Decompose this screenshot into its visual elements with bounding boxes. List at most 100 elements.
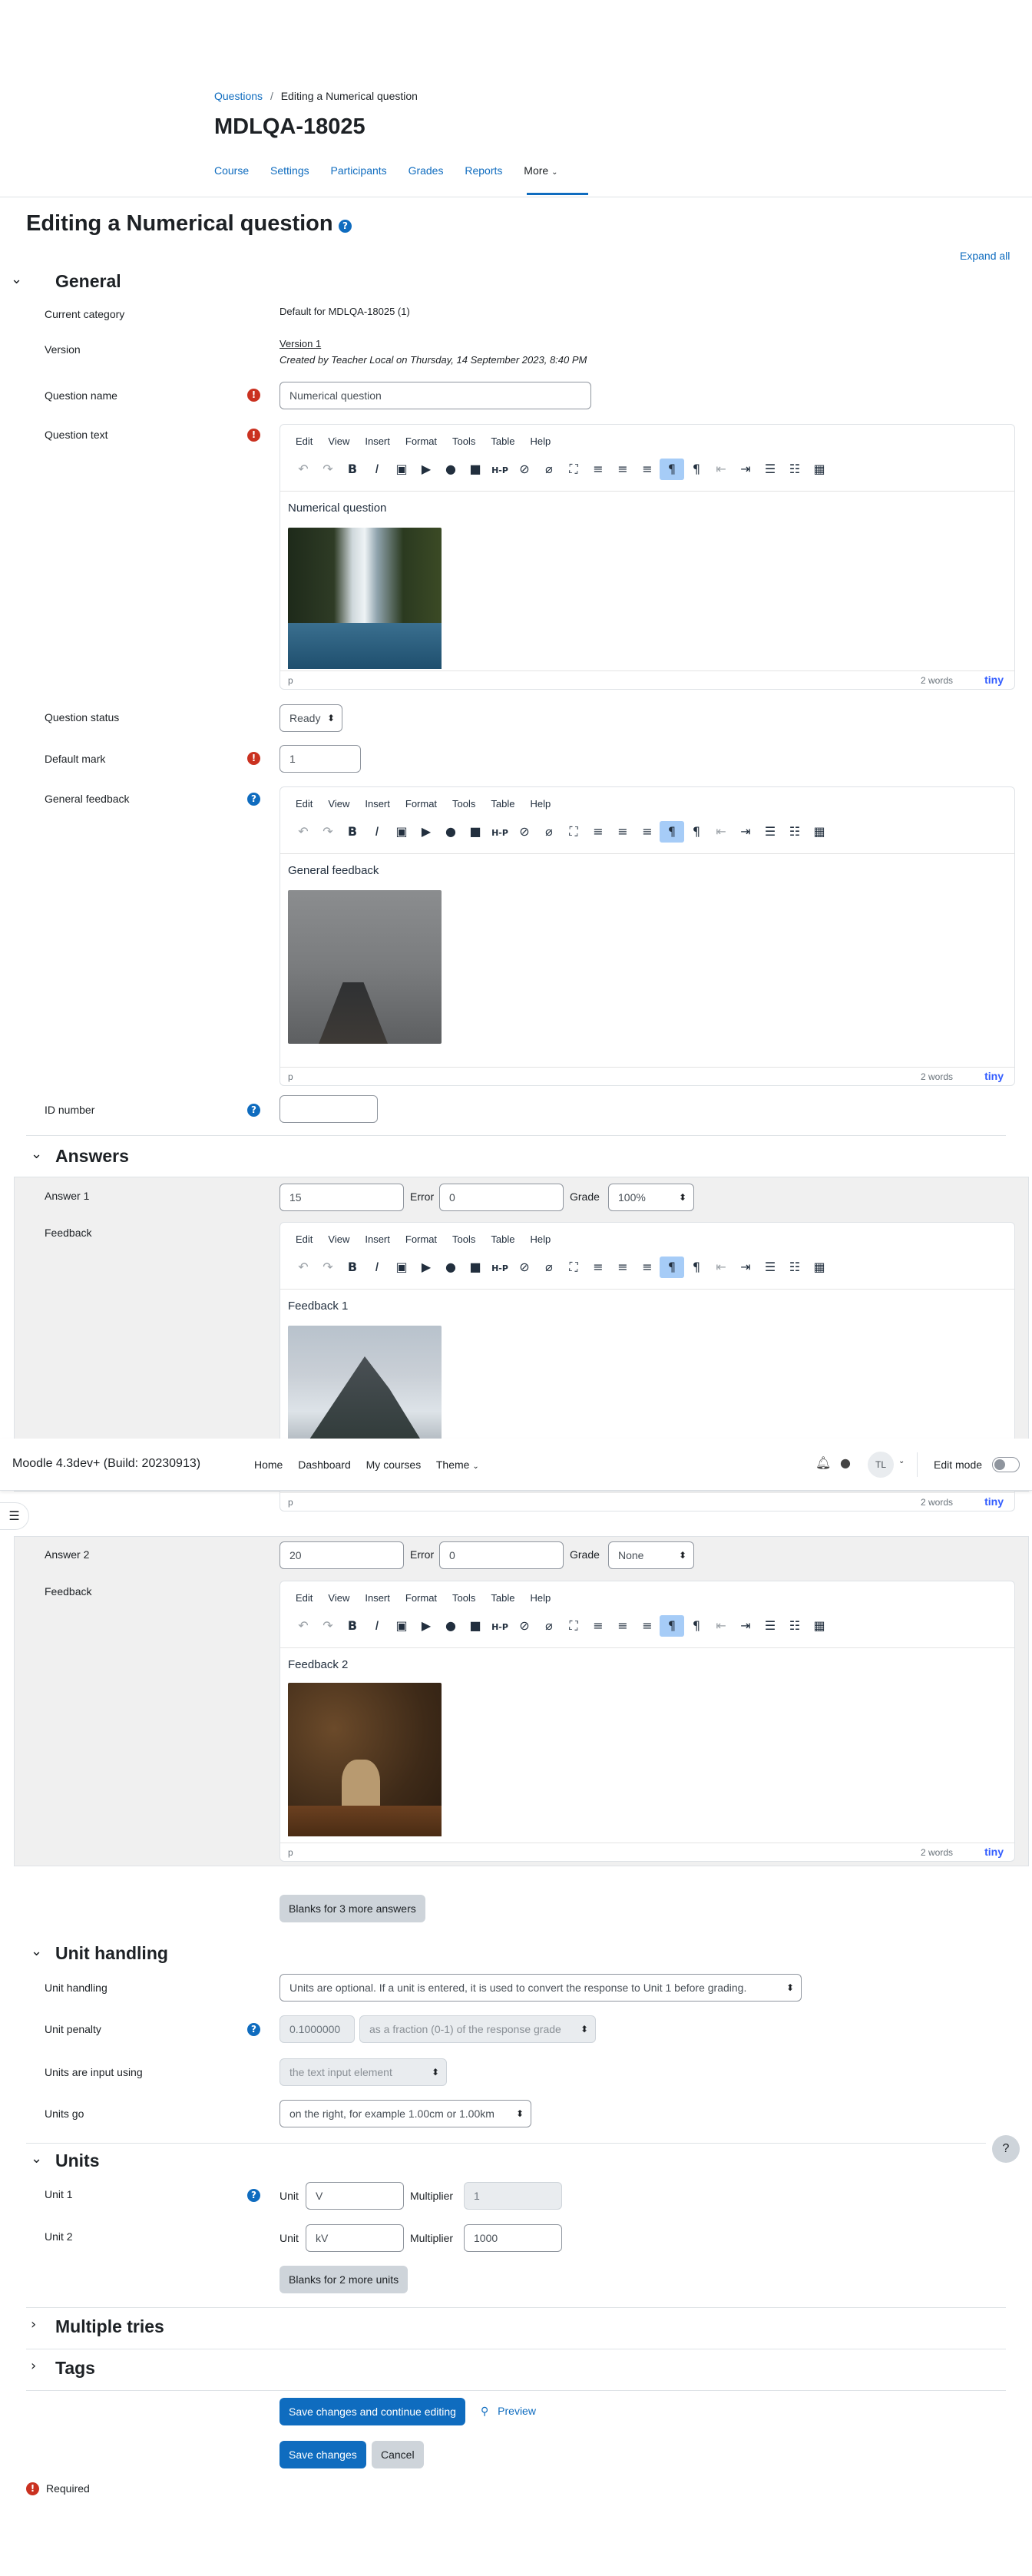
- link-icon[interactable]: ⊘: [512, 1257, 537, 1278]
- breadcrumb-questions-link[interactable]: Questions: [214, 90, 263, 102]
- menu-table[interactable]: Table: [491, 1233, 514, 1245]
- unit-penalty-mode-select[interactable]: as a fraction (0-1) of the response grad…: [359, 2015, 596, 2043]
- indent-icon[interactable]: ⇥: [733, 1615, 758, 1637]
- align-right-icon[interactable]: ≡: [635, 1615, 660, 1637]
- microphone-icon[interactable]: ●: [438, 821, 463, 843]
- italic-icon[interactable]: I: [365, 1257, 389, 1278]
- answers-section-heading[interactable]: Answers: [55, 1146, 129, 1167]
- redo-icon[interactable]: ↷: [316, 1257, 340, 1278]
- unit-2-multiplier-input[interactable]: 1000: [464, 2224, 562, 2252]
- avatar[interactable]: TL: [868, 1452, 894, 1478]
- question-name-input[interactable]: Numerical question: [280, 382, 591, 409]
- ltr-icon[interactable]: ¶: [660, 459, 684, 480]
- nav-my-courses[interactable]: My courses: [366, 1459, 422, 1471]
- menu-view[interactable]: View: [328, 1592, 349, 1604]
- menu-help[interactable]: Help: [530, 435, 551, 447]
- rtl-icon[interactable]: ¶: [684, 821, 709, 843]
- h5p-icon[interactable]: H-P: [488, 823, 512, 844]
- chevron-down-icon[interactable]: ⌄: [898, 1457, 905, 1465]
- chevron-right-icon[interactable]: ›: [31, 2316, 36, 2333]
- redo-icon[interactable]: ↷: [316, 1615, 340, 1637]
- nav-grades[interactable]: Grades: [408, 164, 444, 177]
- image-icon[interactable]: ▣: [389, 459, 414, 480]
- menu-help[interactable]: Help: [530, 798, 551, 810]
- menu-help[interactable]: Help: [530, 1592, 551, 1604]
- help-button[interactable]: ?: [992, 2135, 1020, 2163]
- chevron-right-icon[interactable]: ›: [31, 2358, 36, 2374]
- bold-icon[interactable]: B: [340, 459, 365, 480]
- calculator-icon[interactable]: ▦: [807, 459, 832, 480]
- default-mark-input[interactable]: 1: [280, 745, 361, 773]
- menu-edit[interactable]: Edit: [296, 798, 313, 810]
- chevron-down-icon[interactable]: ⌄: [11, 271, 22, 287]
- link-icon[interactable]: ⊘: [512, 1615, 537, 1637]
- menu-table[interactable]: Table: [491, 798, 514, 810]
- unit-handling-select[interactable]: Units are optional. If a unit is entered…: [280, 1974, 802, 2002]
- align-left-icon[interactable]: ≡: [586, 1615, 610, 1637]
- microphone-icon[interactable]: ●: [438, 459, 463, 480]
- calculator-icon[interactable]: ▦: [807, 1257, 832, 1278]
- ltr-icon[interactable]: ¶: [660, 1257, 684, 1278]
- blanks-more-units-button[interactable]: Blanks for 2 more units: [280, 2266, 408, 2293]
- video-icon[interactable]: ■: [463, 1615, 488, 1637]
- menu-edit[interactable]: Edit: [296, 1233, 313, 1245]
- numbered-list-icon[interactable]: ☷: [782, 1615, 807, 1637]
- bell-icon[interactable]: 🔔︎: [815, 1455, 831, 1470]
- image-icon[interactable]: ▣: [389, 1615, 414, 1637]
- align-center-icon[interactable]: ≡: [610, 821, 635, 843]
- help-icon[interactable]: ?: [247, 2023, 260, 2036]
- align-right-icon[interactable]: ≡: [635, 459, 660, 480]
- bullet-list-icon[interactable]: ☰: [758, 821, 782, 843]
- microphone-icon[interactable]: ●: [438, 1615, 463, 1637]
- version-link[interactable]: Version 1: [280, 338, 321, 349]
- media-icon[interactable]: ▶: [414, 1257, 438, 1278]
- menu-tools[interactable]: Tools: [452, 798, 475, 810]
- microphone-icon[interactable]: ●: [438, 1257, 463, 1278]
- h5p-icon[interactable]: H-P: [488, 1617, 512, 1638]
- unit-penalty-input[interactable]: 0.1000000: [280, 2015, 355, 2043]
- menu-edit[interactable]: Edit: [296, 1592, 313, 1604]
- chevron-down-icon[interactable]: ⌄: [31, 2151, 42, 2167]
- unit-1-input[interactable]: V: [306, 2182, 404, 2210]
- unit-2-input[interactable]: kV: [306, 2224, 404, 2252]
- answer-2-feedback-editor[interactable]: Edit View Insert Format Tools Table Help ↶ ↷ B I ▣…: [280, 1581, 1015, 1862]
- tags-section-heading[interactable]: Tags: [55, 2358, 95, 2379]
- fullscreen-icon[interactable]: ⛶: [561, 459, 586, 480]
- menu-table[interactable]: Table: [491, 1592, 514, 1604]
- menu-view[interactable]: View: [328, 435, 349, 447]
- menu-format[interactable]: Format: [405, 435, 437, 447]
- ltr-icon[interactable]: ¶: [660, 821, 684, 843]
- calculator-icon[interactable]: ▦: [807, 821, 832, 843]
- undo-icon[interactable]: ↶: [291, 1257, 316, 1278]
- menu-view[interactable]: View: [328, 1233, 349, 1245]
- video-icon[interactable]: ■: [463, 1257, 488, 1278]
- calculator-icon[interactable]: ▦: [807, 1615, 832, 1637]
- drawer-toggle-icon[interactable]: ☰: [0, 1502, 29, 1530]
- save-continue-button[interactable]: Save changes and continue editing: [280, 2398, 465, 2425]
- undo-icon[interactable]: ↶: [291, 821, 316, 843]
- answer-2-error-input[interactable]: 0: [439, 1541, 564, 1569]
- cancel-button[interactable]: Cancel: [372, 2441, 424, 2468]
- answer-1-grade-select[interactable]: 100%: [608, 1184, 694, 1211]
- undo-icon[interactable]: ↶: [291, 459, 316, 480]
- menu-format[interactable]: Format: [405, 798, 437, 810]
- answer-2-input[interactable]: 20: [280, 1541, 404, 1569]
- general-section-heading[interactable]: General: [55, 271, 121, 292]
- chevron-down-icon[interactable]: ⌄: [31, 1943, 42, 1959]
- link-icon[interactable]: ⊘: [512, 459, 537, 480]
- indent-icon[interactable]: ⇥: [733, 821, 758, 843]
- question-text-editor[interactable]: Edit View Insert Format Tools Table Help ↶ ↷ B I ▣…: [280, 424, 1015, 690]
- indent-icon[interactable]: ⇥: [733, 459, 758, 480]
- unlink-icon[interactable]: ⌀: [537, 1615, 561, 1637]
- menu-insert[interactable]: Insert: [365, 798, 390, 810]
- blanks-more-answers-button[interactable]: Blanks for 3 more answers: [280, 1895, 425, 1922]
- menu-view[interactable]: View: [328, 798, 349, 810]
- fullscreen-icon[interactable]: ⛶: [561, 1615, 586, 1637]
- link-icon[interactable]: ⊘: [512, 821, 537, 843]
- unlink-icon[interactable]: ⌀: [537, 459, 561, 480]
- italic-icon[interactable]: I: [365, 1615, 389, 1637]
- nav-settings[interactable]: Settings: [270, 164, 309, 177]
- media-icon[interactable]: ▶: [414, 821, 438, 843]
- rtl-icon[interactable]: ¶: [684, 1257, 709, 1278]
- unit-handling-section-heading[interactable]: Unit handling: [55, 1943, 168, 1964]
